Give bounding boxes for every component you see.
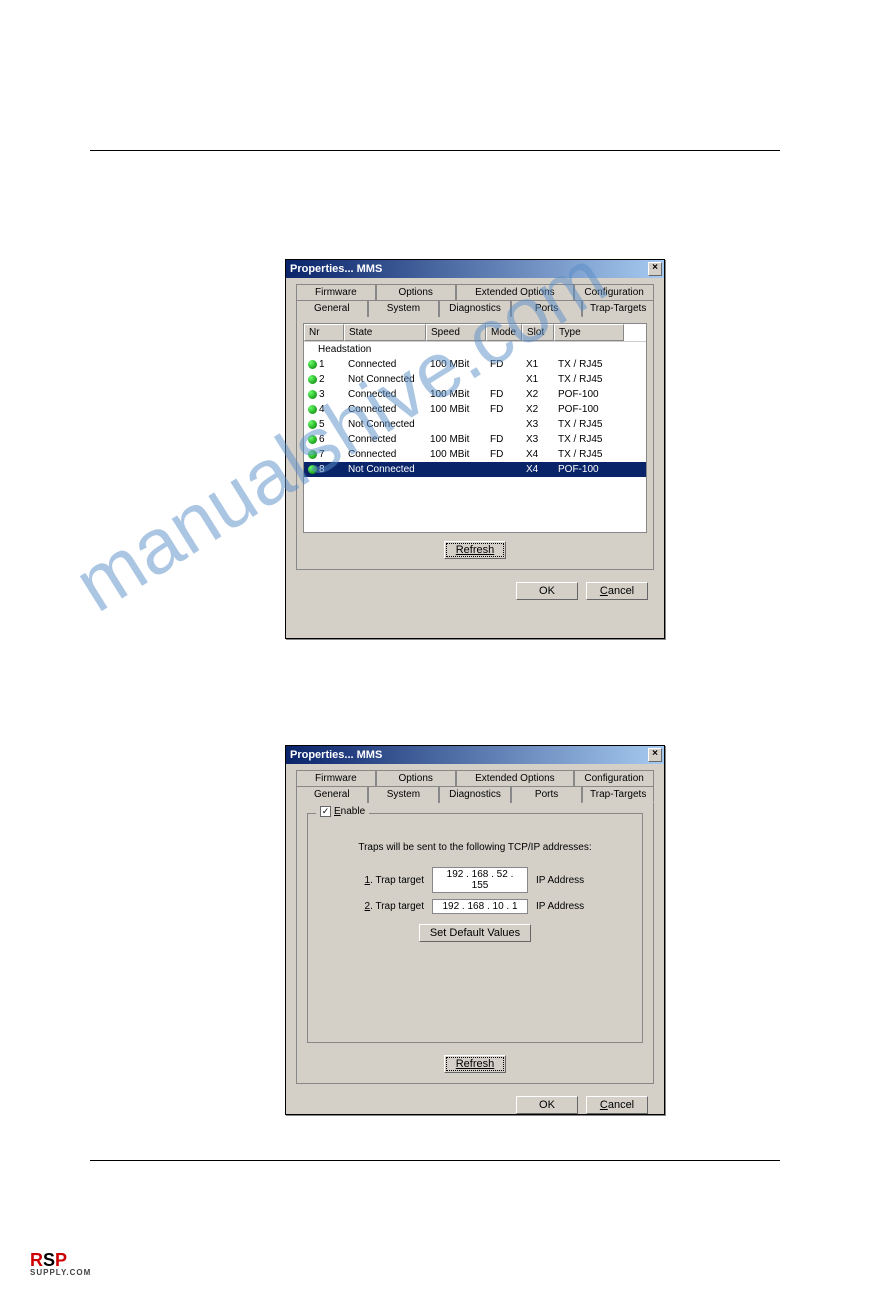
ip-label-1: IP Address (536, 875, 596, 886)
status-dot-icon (308, 360, 317, 369)
trap2-label: 2. Trap target (354, 901, 424, 912)
properties-dialog-trap-targets: Properties... MMS × Firmware Options Ext… (285, 745, 665, 1115)
tab-body-trap-targets: ✓ Enable Traps will be sent to the follo… (296, 802, 654, 1084)
status-dot-icon (308, 450, 317, 459)
status-dot-icon (308, 435, 317, 444)
enable-legend: ✓ Enable (316, 806, 369, 817)
tab-extended-options[interactable]: Extended Options (456, 770, 575, 786)
tab-general[interactable]: General (296, 786, 368, 803)
window-title: Properties... MMS (290, 749, 648, 761)
status-dot-icon (308, 405, 317, 414)
status-dot-icon (308, 465, 317, 474)
table-row[interactable]: 7Connected100 MBitFDX4TX / RJ45 (304, 447, 646, 462)
col-speed[interactable]: Speed (426, 324, 486, 341)
enable-group: ✓ Enable Traps will be sent to the follo… (307, 813, 643, 1043)
tab-configuration[interactable]: Configuration (574, 284, 654, 300)
tabs: Firmware Options Extended Options Config… (296, 770, 654, 803)
close-icon[interactable]: × (648, 748, 662, 762)
close-icon[interactable]: × (648, 262, 662, 276)
tab-trap-targets[interactable]: Trap-Targets (582, 786, 654, 803)
trap1-input[interactable]: 192 . 168 . 52 . 155 (432, 867, 528, 893)
tab-diagnostics[interactable]: Diagnostics (439, 300, 511, 317)
table-row[interactable]: 3Connected100 MBitFDX2POF-100 (304, 387, 646, 402)
status-dot-icon (308, 375, 317, 384)
traps-intro: Traps will be sent to the following TCP/… (320, 842, 630, 853)
set-default-button[interactable]: Set Default Values (419, 924, 531, 942)
cancel-button[interactable]: Cancel (586, 1096, 648, 1114)
tab-general[interactable]: General (296, 300, 368, 317)
table-row[interactable]: 2Not ConnectedX1TX / RJ45 (304, 372, 646, 387)
tab-firmware[interactable]: Firmware (296, 284, 376, 300)
cancel-button[interactable]: Cancel (586, 582, 648, 600)
titlebar[interactable]: Properties... MMS × (286, 746, 664, 764)
col-state[interactable]: State (344, 324, 426, 341)
ok-button[interactable]: OK (516, 1096, 578, 1114)
tab-trap-targets[interactable]: Trap-Targets (582, 300, 654, 317)
tab-options[interactable]: Options (376, 284, 456, 300)
group-header-label: Headstation (304, 343, 375, 356)
status-dot-icon (308, 420, 317, 429)
titlebar[interactable]: Properties... MMS × (286, 260, 664, 278)
col-slot[interactable]: Slot (522, 324, 554, 341)
table-row[interactable]: 4Connected100 MBitFDX2POF-100 (304, 402, 646, 417)
tabs: Firmware Options Extended Options Config… (296, 284, 654, 317)
ok-button[interactable]: OK (516, 582, 578, 600)
tab-ports[interactable]: Ports (511, 786, 583, 803)
enable-checkbox[interactable]: ✓ (320, 806, 331, 817)
tab-firmware[interactable]: Firmware (296, 770, 376, 786)
properties-dialog-ports: Properties... MMS × Firmware Options Ext… (285, 259, 665, 639)
window-title: Properties... MMS (290, 263, 648, 275)
trap2-input[interactable]: 192 . 168 . 10 . 1 (432, 899, 528, 914)
trap1-label: 1. Trap target (354, 875, 424, 886)
list-header: Nr State Speed Mode Slot Type (304, 324, 646, 342)
divider-top (90, 150, 780, 151)
col-nr[interactable]: Nr (304, 324, 344, 341)
col-mode[interactable]: Mode (486, 324, 522, 341)
ports-list[interactable]: Nr State Speed Mode Slot Type Headstatio… (303, 323, 647, 533)
tab-extended-options[interactable]: Extended Options (456, 284, 575, 300)
tab-body-ports: Nr State Speed Mode Slot Type Headstatio… (296, 316, 654, 570)
table-row[interactable]: 8Not ConnectedX4POF-100 (304, 462, 646, 477)
col-type[interactable]: Type (554, 324, 624, 341)
tab-ports[interactable]: Ports (511, 300, 583, 317)
group-header-row: Headstation (304, 342, 646, 357)
refresh-button[interactable]: Refresh (444, 1055, 506, 1073)
tab-diagnostics[interactable]: Diagnostics (439, 786, 511, 803)
divider-bottom (90, 1160, 780, 1161)
table-row[interactable]: 5Not ConnectedX3TX / RJ45 (304, 417, 646, 432)
ip-label-2: IP Address (536, 901, 596, 912)
rsp-logo: RSP SUPPLY.COM (30, 1250, 91, 1277)
table-row[interactable]: 1Connected100 MBitFDX1TX / RJ45 (304, 357, 646, 372)
tab-configuration[interactable]: Configuration (574, 770, 654, 786)
table-row[interactable]: 6Connected100 MBitFDX3TX / RJ45 (304, 432, 646, 447)
refresh-button[interactable]: Refresh (444, 541, 506, 559)
status-dot-icon (308, 390, 317, 399)
tab-options[interactable]: Options (376, 770, 456, 786)
tab-system[interactable]: System (368, 786, 440, 803)
enable-label: Enable (334, 806, 365, 817)
tab-system[interactable]: System (368, 300, 440, 317)
